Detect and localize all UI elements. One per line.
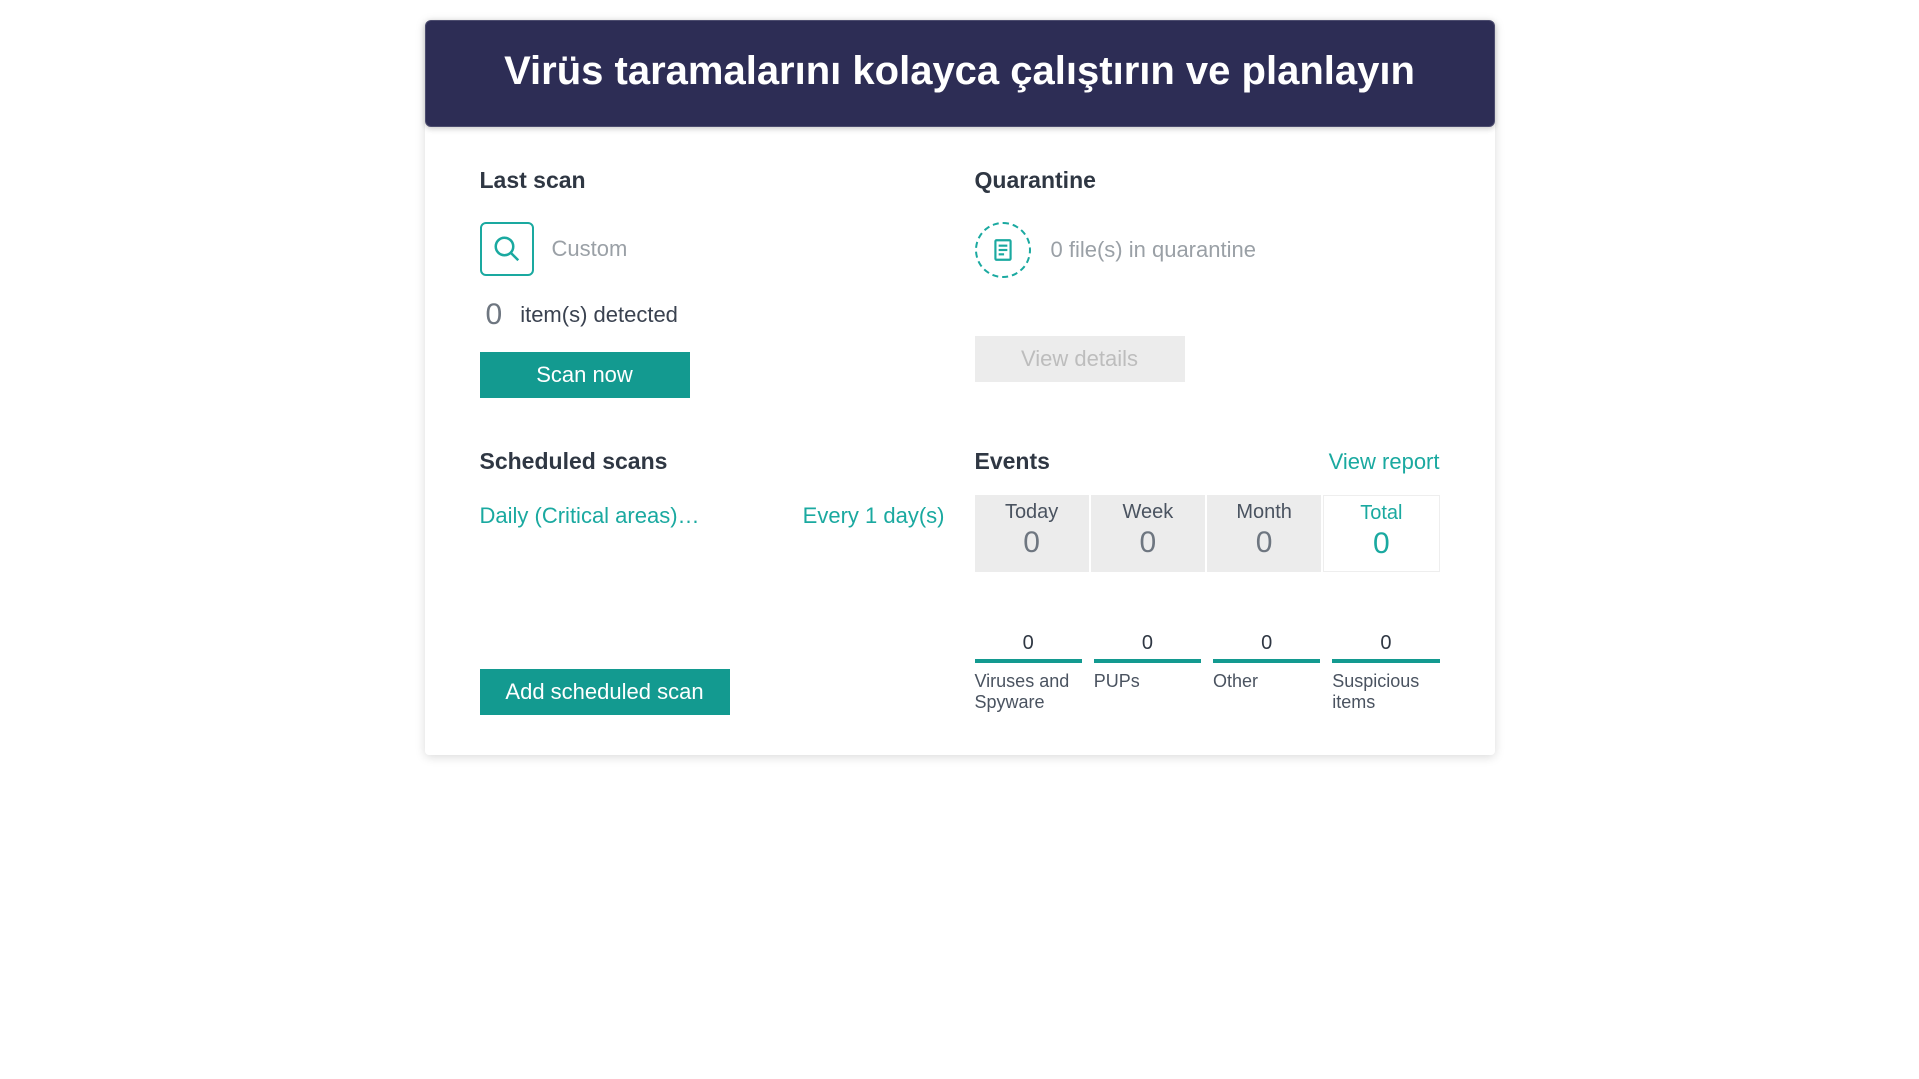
tab-label: Month — [1207, 501, 1321, 524]
category-count: 0 — [1332, 632, 1439, 663]
scheduled-item-freq: Every 1 day(s) — [803, 503, 945, 529]
tab-value: 0 — [1324, 527, 1438, 561]
scheduled-section: Scheduled scans Daily (Critical areas)… … — [480, 448, 945, 715]
events-heading: Events — [975, 448, 1050, 475]
tab-value: 0 — [975, 526, 1089, 560]
category-suspicious: 0 Suspicious items — [1332, 632, 1439, 713]
category-count: 0 — [975, 632, 1082, 663]
tab-label: Week — [1091, 501, 1205, 524]
tab-today[interactable]: Today 0 — [975, 495, 1089, 572]
category-count: 0 — [1213, 632, 1320, 663]
quarantine-section: Quarantine 0 file(s) in quarantine View … — [975, 167, 1440, 398]
tab-label: Total — [1324, 502, 1438, 525]
category-label: Viruses and Spyware — [975, 671, 1082, 713]
events-section: Events View report Today 0 Week 0 Month … — [975, 448, 1440, 715]
last-scan-type: Custom — [552, 236, 628, 262]
tab-value: 0 — [1207, 526, 1321, 560]
last-scan-heading: Last scan — [480, 167, 945, 194]
scheduled-item-name: Daily (Critical areas)… — [480, 503, 700, 529]
scheduled-item[interactable]: Daily (Critical areas)… Every 1 day(s) — [480, 503, 945, 529]
add-scheduled-scan-button[interactable]: Add scheduled scan — [480, 669, 730, 715]
detected-count: 0 — [486, 298, 503, 332]
category-label: Other — [1213, 671, 1320, 692]
quarantine-status: 0 file(s) in quarantine — [1051, 237, 1256, 263]
quarantine-heading: Quarantine — [975, 167, 1440, 194]
document-icon — [975, 222, 1031, 278]
category-pups: 0 PUPs — [1094, 632, 1201, 713]
scan-now-button[interactable]: Scan now — [480, 352, 690, 398]
category-label: PUPs — [1094, 671, 1201, 692]
tab-total[interactable]: Total 0 — [1323, 495, 1439, 572]
view-details-button: View details — [975, 336, 1185, 382]
last-scan-type-row: Custom — [480, 222, 945, 276]
app-card: Virüs taramalarını kolayca çalıştırın ve… — [425, 20, 1495, 755]
category-viruses: 0 Viruses and Spyware — [975, 632, 1082, 713]
detected-text: item(s) detected — [520, 302, 678, 328]
category-count: 0 — [1094, 632, 1201, 663]
tab-value: 0 — [1091, 526, 1205, 560]
events-header: Events View report — [975, 448, 1440, 475]
events-tabs: Today 0 Week 0 Month 0 Total 0 — [975, 495, 1440, 572]
magnifier-icon — [480, 222, 534, 276]
category-label: Suspicious items — [1332, 671, 1439, 713]
last-scan-section: Last scan Custom 0 item(s) detected Scan… — [480, 167, 945, 398]
detected-row: 0 item(s) detected — [480, 298, 945, 332]
banner-title: Virüs taramalarını kolayca çalıştırın ve… — [425, 20, 1495, 127]
scheduled-heading: Scheduled scans — [480, 448, 945, 475]
events-categories: 0 Viruses and Spyware 0 PUPs 0 Other 0 S… — [975, 632, 1440, 713]
category-other: 0 Other — [1213, 632, 1320, 713]
quarantine-status-row: 0 file(s) in quarantine — [975, 222, 1440, 278]
tab-month[interactable]: Month 0 — [1207, 495, 1321, 572]
content-grid: Last scan Custom 0 item(s) detected Scan… — [425, 167, 1495, 755]
tab-label: Today — [975, 501, 1089, 524]
tab-week[interactable]: Week 0 — [1091, 495, 1205, 572]
view-report-link[interactable]: View report — [1329, 449, 1440, 475]
